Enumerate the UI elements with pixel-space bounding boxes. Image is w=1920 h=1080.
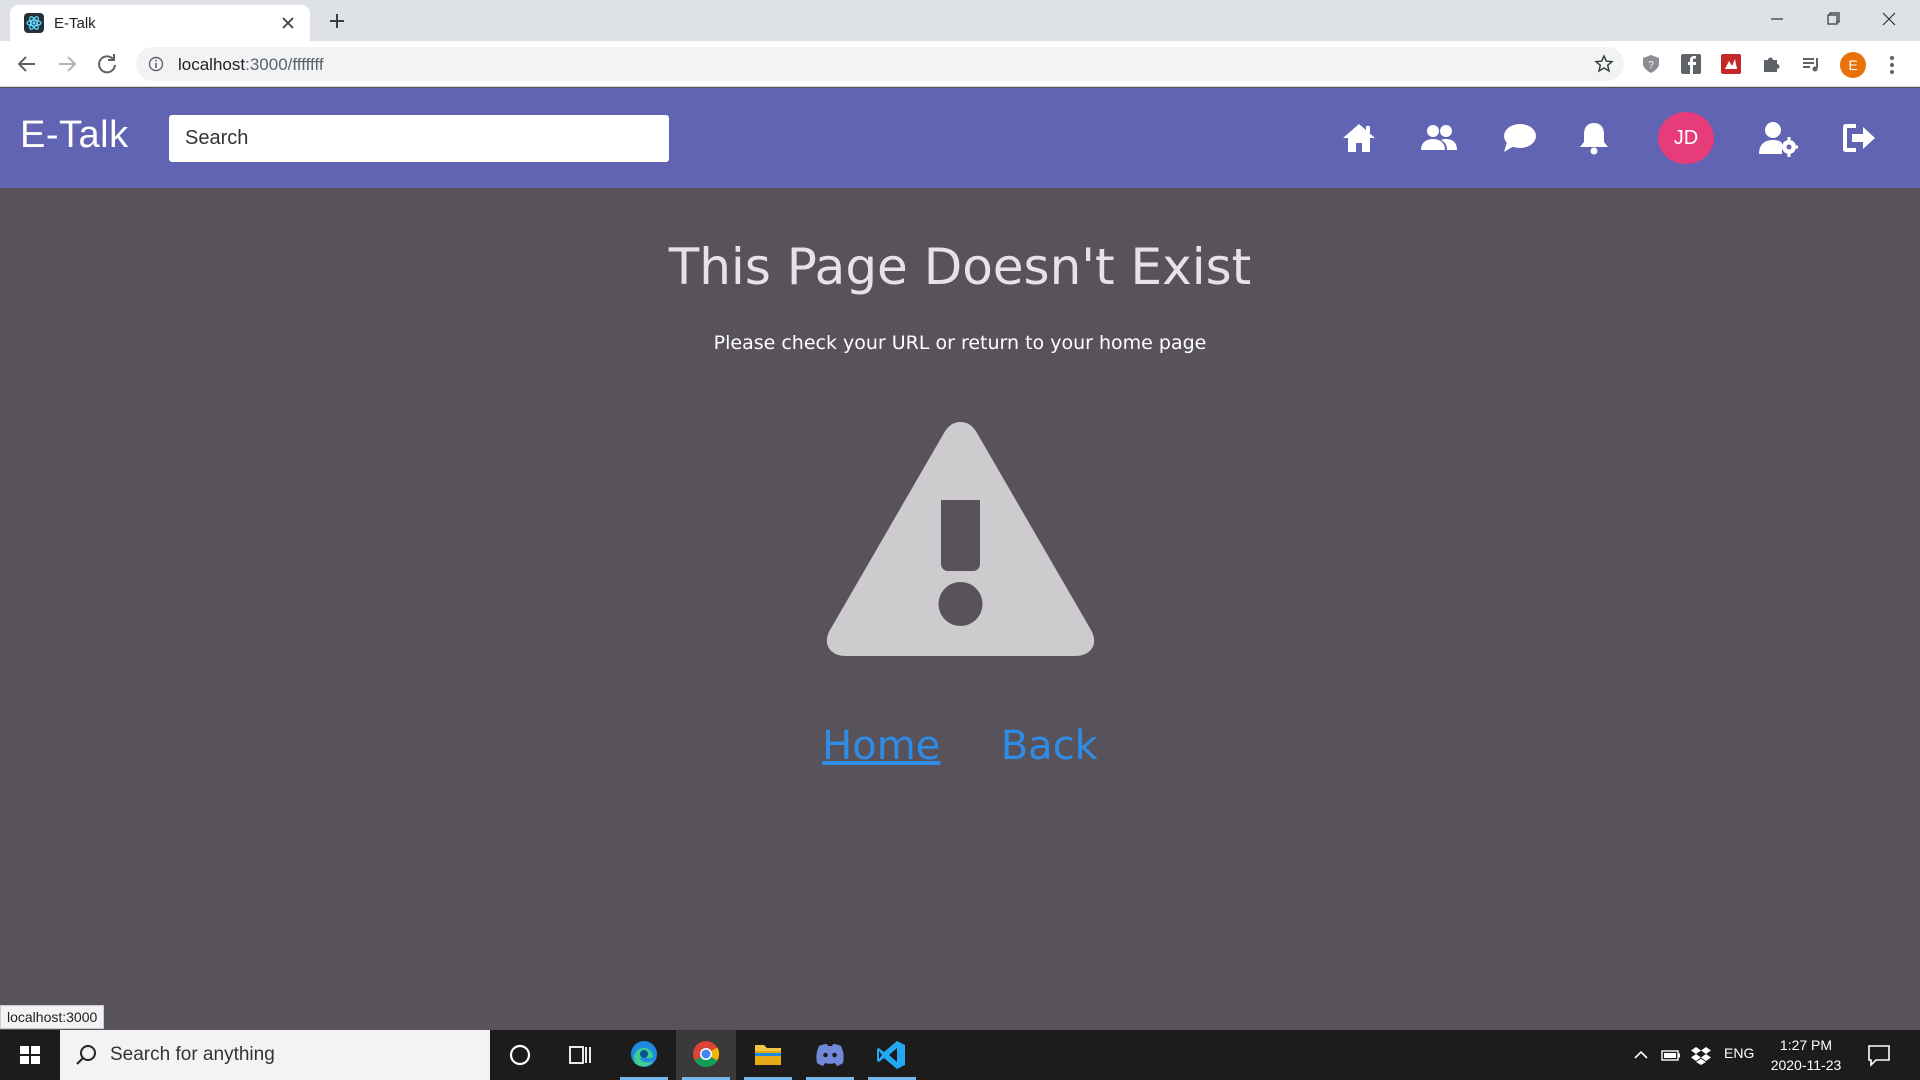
- media-control-icon[interactable]: [1800, 53, 1822, 75]
- tab-title: E-Talk: [54, 15, 96, 32]
- search-input[interactable]: [169, 115, 669, 162]
- chrome-browser-icon[interactable]: [676, 1030, 736, 1080]
- link-status-bubble: localhost:3000: [0, 1005, 105, 1029]
- restore-icon[interactable]: [1818, 6, 1848, 32]
- vscode-icon[interactable]: [862, 1030, 922, 1080]
- reload-icon[interactable]: [94, 51, 120, 77]
- bell-icon[interactable]: [1574, 118, 1614, 158]
- site-info-icon[interactable]: [148, 56, 164, 72]
- file-explorer-icon[interactable]: [738, 1030, 798, 1080]
- forward-arrow-icon[interactable]: [54, 51, 80, 77]
- back-link[interactable]: Back: [1001, 723, 1098, 769]
- windows-start-icon[interactable]: [0, 1030, 60, 1080]
- browser-toolbar: localhost:3000/fffffff ? E: [0, 41, 1920, 87]
- taskbar-search-box[interactable]: Search for anything: [60, 1030, 490, 1080]
- address-bar[interactable]: localhost:3000/fffffff: [136, 47, 1624, 81]
- bookmark-star-icon[interactable]: [1594, 54, 1614, 74]
- url-path: :3000/fffffff: [245, 55, 324, 74]
- new-tab-icon[interactable]: [325, 9, 349, 33]
- clock-date: 2020-11-23: [1770, 1057, 1842, 1073]
- tab-close-icon[interactable]: [278, 13, 298, 33]
- profile-avatar[interactable]: E: [1840, 52, 1866, 78]
- red-extension-icon[interactable]: [1720, 53, 1742, 75]
- logout-icon[interactable]: [1838, 118, 1878, 158]
- dropbox-icon[interactable]: [1690, 1044, 1712, 1066]
- home-link[interactable]: Home: [822, 723, 940, 769]
- language-indicator[interactable]: ENG: [1724, 1045, 1754, 1061]
- not-found-page: This Page Doesn't Exist Please check you…: [0, 188, 1920, 1030]
- friends-icon[interactable]: [1419, 118, 1459, 158]
- search-icon: [74, 1043, 98, 1067]
- user-settings-icon[interactable]: [1758, 118, 1799, 158]
- browser-tabstrip: E-Talk: [0, 0, 1920, 41]
- action-links: Home Back: [0, 723, 1920, 769]
- page-subtitle: Please check your URL or return to your …: [713, 332, 1207, 354]
- minimize-icon[interactable]: [1762, 6, 1792, 32]
- discord-icon[interactable]: [800, 1030, 860, 1080]
- tray-expand-chevron-icon[interactable]: [1630, 1044, 1652, 1066]
- shield-extension-icon[interactable]: ?: [1640, 53, 1662, 75]
- browser-menu-icon[interactable]: [1884, 53, 1900, 77]
- facebook-extension-icon[interactable]: [1680, 53, 1702, 75]
- chat-icon[interactable]: [1499, 118, 1539, 158]
- home-icon[interactable]: [1339, 118, 1379, 158]
- extensions-puzzle-icon[interactable]: [1760, 53, 1782, 75]
- windows-taskbar: Search for anything ENG 1:27 PM 2020-11-…: [0, 1030, 1920, 1080]
- page-title: This Page Doesn't Exist: [668, 238, 1252, 296]
- browser-tab[interactable]: E-Talk: [10, 5, 310, 41]
- close-window-icon[interactable]: [1874, 6, 1904, 32]
- app-logo[interactable]: E-Talk: [20, 114, 129, 157]
- warning-triangle-icon: [823, 416, 1098, 660]
- react-favicon-icon: [24, 13, 44, 33]
- taskbar-clock[interactable]: 1:27 PM 2020-11-23: [1764, 1035, 1848, 1075]
- battery-icon[interactable]: [1660, 1044, 1682, 1066]
- url-text: localhost:3000/fffffff: [178, 55, 324, 75]
- notification-center-icon[interactable]: [1866, 1043, 1892, 1067]
- app-header: E-Talk JD: [0, 88, 1920, 188]
- task-view-icon[interactable]: [550, 1030, 610, 1080]
- taskbar-search-placeholder: Search for anything: [110, 1044, 275, 1065]
- back-arrow-icon[interactable]: [14, 51, 40, 77]
- url-host: localhost: [178, 55, 246, 74]
- user-avatar[interactable]: JD: [1658, 112, 1714, 164]
- clock-time: 1:27 PM: [1779, 1037, 1833, 1053]
- cortana-icon[interactable]: [490, 1030, 550, 1080]
- svg-text:?: ?: [1648, 60, 1654, 71]
- edge-browser-icon[interactable]: [614, 1030, 674, 1080]
